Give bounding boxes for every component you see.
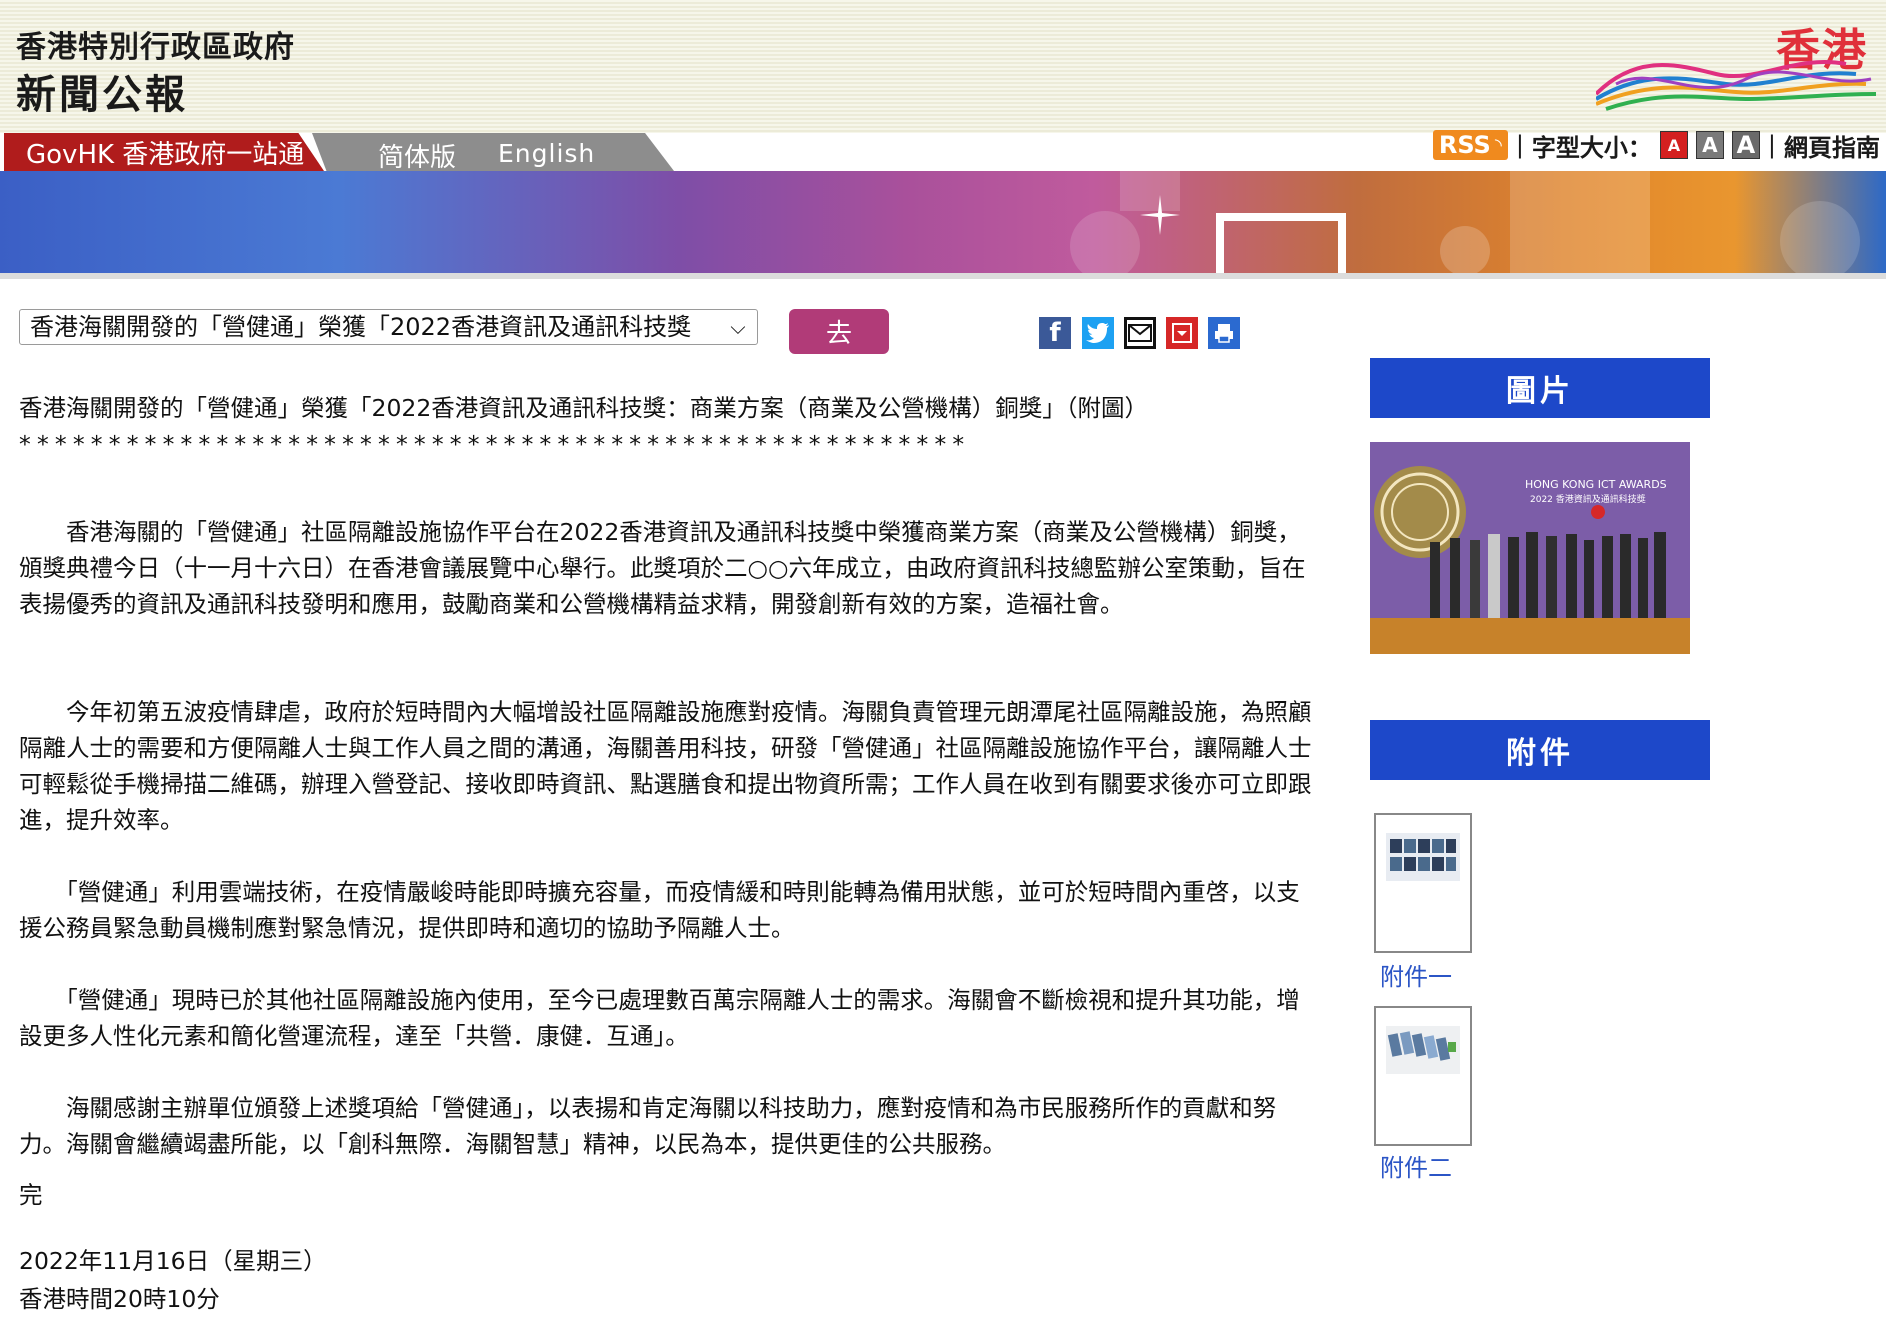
article-datetime: 2022年11月16日（星期三） 香港時間20時10分 <box>19 1242 327 1318</box>
facebook-icon[interactable]: f <box>1039 317 1071 349</box>
photos-heading: 圖片 <box>1370 358 1710 418</box>
divider: | <box>1515 131 1524 159</box>
attachments-heading: 附件 <box>1370 720 1710 780</box>
language-bar: 简体版 English <box>312 133 674 171</box>
press-release-select-value: 香港海關開發的「營健通」榮獲「2022香港資訊及通訊科技獎 <box>30 313 692 341</box>
rss-label: RSS <box>1438 131 1491 159</box>
press-release-select[interactable]: 香港海關開發的「營健通」榮獲「2022香港資訊及通訊科技獎 ⌵ <box>19 309 758 345</box>
twitter-icon[interactable] <box>1082 317 1114 349</box>
download-icon[interactable] <box>1166 317 1198 349</box>
government-name: 香港特別行政區政府 <box>16 30 295 65</box>
simplified-chinese-link[interactable]: 简体版 <box>378 137 456 171</box>
attachment-thumbnail[interactable] <box>1374 1006 1472 1146</box>
article-paragraph: 海關感謝主辦單位頒發上述獎項給「營健通」，以表揚和肯定海關以科技助力，應對疫情和… <box>19 1093 1277 1158</box>
press-release-title[interactable]: 新聞公報 <box>16 62 188 120</box>
banner-decoration <box>1510 171 1650 273</box>
toolbar: RSS ◝ | 字型大小： A A A | 網頁指南 <box>1432 128 1880 163</box>
rss-button[interactable]: RSS ◝ <box>1432 130 1508 160</box>
sitemap-link[interactable]: 網頁指南 <box>1784 128 1880 163</box>
photo-caption-line2: 2022 香港資訊及通訊科技獎 <box>1530 493 1646 505</box>
divider: | <box>1767 131 1776 159</box>
font-size-large-button[interactable]: A <box>1731 131 1760 159</box>
print-icon[interactable] <box>1208 317 1240 349</box>
sparkle-icon <box>1140 195 1180 235</box>
attachment-link[interactable]: 附件二 <box>1380 1148 1452 1183</box>
article-paragraph: 今年初第五波疫情肆虐，政府於短時間內大幅增設社區隔離設施應對疫情。海關負責管理元… <box>19 697 1312 834</box>
article-title: 香港海關開發的「營健通」榮獲「2022香港資訊及通訊科技獎：商業方案（商業及公營… <box>19 394 1149 422</box>
english-link[interactable]: English <box>498 139 595 168</box>
attachment-thumbnail[interactable] <box>1374 813 1472 953</box>
article-paragraph: 「營健通」利用雲端技術，在疫情嚴峻時能即時擴充容量，而疫情緩和時則能轉為備用狀態… <box>19 877 1300 942</box>
banner-decoration <box>1780 201 1860 273</box>
site-header: 香港特別行政區政府 新聞公報 香港 <box>0 0 1886 133</box>
article-end-marker: 完 <box>19 1181 43 1209</box>
article-time: 香港時間20時10分 <box>19 1285 220 1313</box>
header-banner <box>0 171 1886 273</box>
font-size-medium-button[interactable]: A <box>1695 131 1724 159</box>
article-paragraph: 「營健通」現時已於其他社區隔離設施內使用，至今已處理數百萬宗隔離人士的需求。海關… <box>19 985 1300 1050</box>
email-icon[interactable] <box>1124 317 1156 349</box>
govhk-link[interactable]: GovHK 香港政府一站通 <box>4 133 324 171</box>
article-date: 2022年11月16日（星期三） <box>19 1247 327 1275</box>
article-separator: ****************************************… <box>19 430 971 458</box>
award-ceremony-photo[interactable]: HONG KONG ICT AWARDS 2022 香港資訊及通訊科技獎 <box>1370 442 1690 654</box>
photo-caption-line1: HONG KONG ICT AWARDS <box>1525 478 1667 491</box>
attachment-preview-icon <box>1386 833 1460 881</box>
font-size-small-button[interactable]: A <box>1659 131 1688 159</box>
rss-icon: ◝ <box>1494 134 1502 156</box>
banner-decoration <box>1070 211 1140 273</box>
brand-hk-dragon-icon[interactable] <box>1596 44 1886 114</box>
font-size-label: 字型大小： <box>1531 133 1652 162</box>
attachment-link[interactable]: 附件一 <box>1380 957 1452 992</box>
article-paragraph: 香港海關的「營健通」社區隔離設施協作平台在2022香港資訊及通訊科技獎中榮獲商業… <box>19 517 1306 618</box>
go-button[interactable]: 去 <box>789 309 889 354</box>
chevron-down-icon: ⌵ <box>725 310 751 344</box>
attachment-preview-icon <box>1386 1026 1460 1074</box>
banner-decoration <box>1440 226 1490 273</box>
banner-decoration <box>1216 213 1346 273</box>
divider <box>0 273 1886 279</box>
